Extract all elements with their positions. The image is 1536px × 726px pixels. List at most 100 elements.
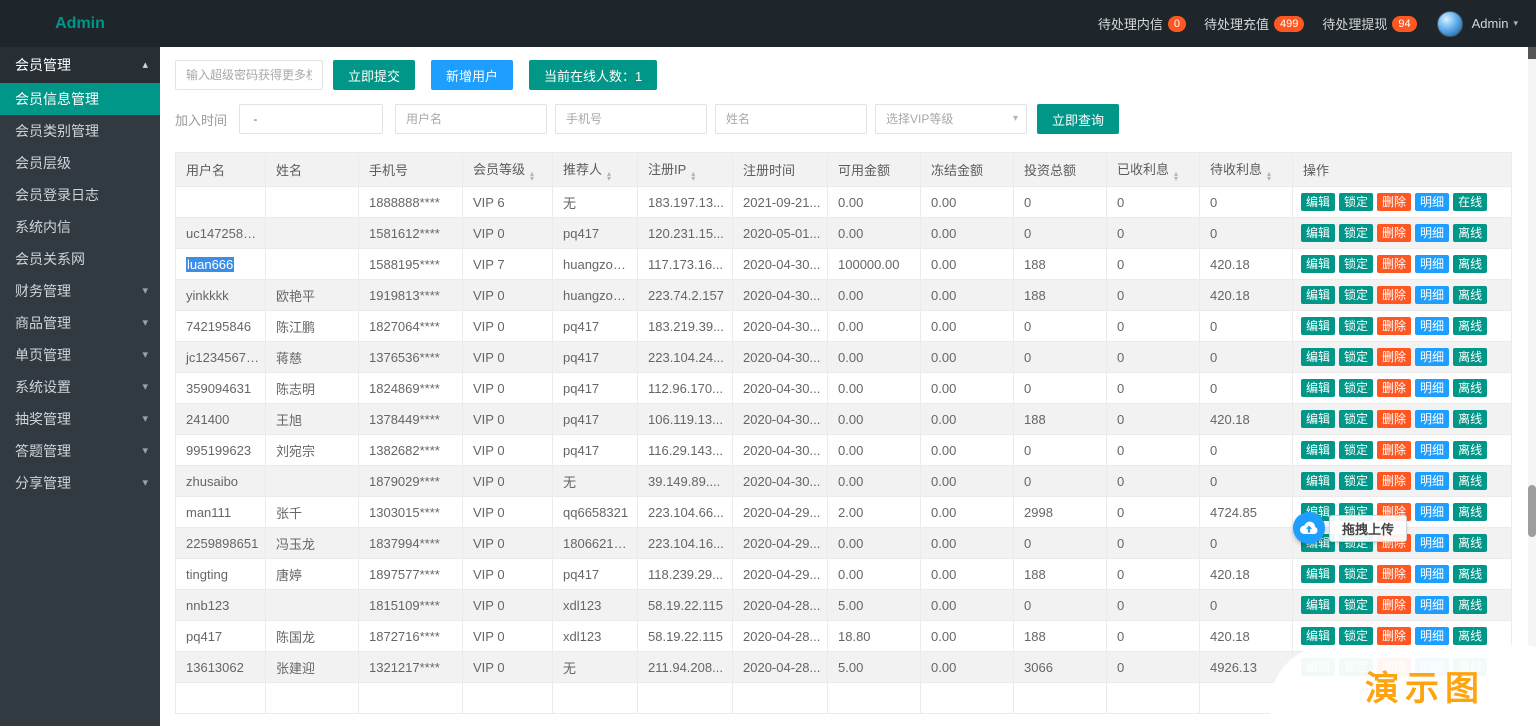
edit-button[interactable]: 编辑 (1301, 627, 1336, 645)
sort-icon[interactable]: ▴ ▾ (1174, 169, 1178, 182)
detail-button[interactable]: 明细 (1415, 317, 1450, 335)
lock-button[interactable]: 锁定 (1339, 441, 1374, 459)
sidebar-item[interactable]: 会员类别管理 (0, 115, 160, 147)
sidebar-item[interactable]: 抽奖管理 ▾ (0, 403, 160, 435)
lock-button[interactable]: 锁定 (1339, 379, 1374, 397)
sort-icon[interactable]: ▴ ▾ (607, 169, 611, 182)
drag-upload-widget[interactable]: 拖拽上传 (1293, 512, 1408, 544)
status-button[interactable]: 离线 (1453, 472, 1488, 490)
lock-button[interactable]: 锁定 (1339, 565, 1374, 583)
detail-button[interactable]: 明细 (1415, 193, 1450, 211)
upload-button[interactable] (1293, 512, 1325, 544)
delete-button[interactable]: 删除 (1377, 565, 1412, 583)
delete-button[interactable]: 删除 (1377, 472, 1412, 490)
detail-button[interactable]: 明细 (1415, 410, 1450, 428)
sort-icon[interactable]: ▴ ▾ (691, 169, 695, 182)
add-user-button[interactable]: 新增用户 (431, 60, 514, 90)
phone-input[interactable] (555, 104, 708, 134)
delete-button[interactable]: 删除 (1377, 286, 1412, 304)
edit-button[interactable]: 编辑 (1301, 348, 1336, 366)
edit-button[interactable]: 编辑 (1301, 286, 1336, 304)
scrollbar-top-arrow[interactable] (1528, 47, 1536, 59)
detail-button[interactable]: 明细 (1415, 379, 1450, 397)
edit-button[interactable]: 编辑 (1301, 193, 1336, 211)
status-button[interactable]: 离线 (1453, 286, 1488, 304)
status-button[interactable]: 离线 (1453, 503, 1488, 521)
super-password-input[interactable] (175, 60, 323, 90)
sort-icon[interactable]: ▴ ▾ (530, 169, 534, 182)
pending-item[interactable]: 待处理提现 94 (1322, 14, 1417, 33)
sidebar-item[interactable]: 商品管理 ▾ (0, 307, 160, 339)
lock-button[interactable]: 锁定 (1339, 193, 1374, 211)
sidebar-item[interactable]: 分享管理 ▾ (0, 467, 160, 499)
status-button[interactable]: 离线 (1453, 410, 1488, 428)
username-input[interactable] (395, 104, 548, 134)
edit-button[interactable]: 编辑 (1301, 379, 1336, 397)
lock-button[interactable]: 锁定 (1339, 410, 1374, 428)
delete-button[interactable]: 删除 (1377, 379, 1412, 397)
delete-button[interactable]: 删除 (1377, 627, 1412, 645)
sidebar-item[interactable]: 会员层级 (0, 147, 160, 179)
delete-button[interactable]: 删除 (1377, 410, 1412, 428)
status-button[interactable]: 在线 (1453, 193, 1488, 211)
sidebar-item[interactable]: 系统设置 ▾ (0, 371, 160, 403)
detail-button[interactable]: 明细 (1415, 286, 1450, 304)
sidebar-item[interactable]: 系统内信 (0, 211, 160, 243)
submit-button[interactable]: 立即提交 (333, 60, 416, 90)
name-input[interactable] (715, 104, 868, 134)
lock-button[interactable]: 锁定 (1339, 596, 1374, 614)
lock-button[interactable]: 锁定 (1339, 286, 1374, 304)
scrollbar[interactable] (1528, 47, 1536, 726)
lock-button[interactable]: 锁定 (1339, 627, 1374, 645)
sidebar-item[interactable]: 单页管理 ▾ (0, 339, 160, 371)
edit-button[interactable]: 编辑 (1301, 410, 1336, 428)
detail-button[interactable]: 明细 (1415, 596, 1450, 614)
sidebar-item[interactable]: 答题管理 ▾ (0, 435, 160, 467)
pending-item[interactable]: 待处理充值 499 (1204, 14, 1305, 33)
user-menu[interactable]: Admin ▾ (1472, 16, 1518, 31)
online-count-button[interactable]: 当前在线人数：1 (529, 60, 658, 90)
status-button[interactable]: 离线 (1453, 441, 1488, 459)
sidebar-item[interactable]: 会员信息管理 (0, 83, 160, 115)
sidebar-item[interactable]: 会员管理 ▴ (0, 47, 160, 83)
lock-button[interactable]: 锁定 (1339, 472, 1374, 490)
status-button[interactable]: 离线 (1453, 534, 1488, 552)
sidebar-item[interactable]: 财务管理 ▾ (0, 275, 160, 307)
vip-level-select[interactable]: 选择VIP等级 ▾ (875, 104, 1028, 134)
lock-button[interactable]: 锁定 (1339, 224, 1374, 242)
lock-button[interactable]: 锁定 (1339, 317, 1374, 335)
lock-button[interactable]: 锁定 (1339, 348, 1374, 366)
detail-button[interactable]: 明细 (1415, 255, 1450, 273)
query-button[interactable]: 立即查询 (1037, 104, 1120, 134)
status-button[interactable]: 离线 (1453, 255, 1488, 273)
edit-button[interactable]: 编辑 (1301, 441, 1336, 459)
edit-button[interactable]: 编辑 (1301, 224, 1336, 242)
detail-button[interactable]: 明细 (1415, 503, 1450, 521)
sidebar-item[interactable]: 会员登录日志 (0, 179, 160, 211)
delete-button[interactable]: 删除 (1377, 596, 1412, 614)
edit-button[interactable]: 编辑 (1301, 565, 1336, 583)
delete-button[interactable]: 删除 (1377, 317, 1412, 335)
detail-button[interactable]: 明细 (1415, 224, 1450, 242)
sidebar-item[interactable]: 会员关系网 (0, 243, 160, 275)
pending-item[interactable]: 待处理内信 0 (1098, 14, 1186, 33)
delete-button[interactable]: 删除 (1377, 348, 1412, 366)
detail-button[interactable]: 明细 (1415, 534, 1450, 552)
detail-button[interactable]: 明细 (1415, 565, 1450, 583)
status-button[interactable]: 离线 (1453, 596, 1488, 614)
delete-button[interactable]: 删除 (1377, 224, 1412, 242)
scrollbar-thumb[interactable] (1528, 485, 1536, 537)
delete-button[interactable]: 删除 (1377, 441, 1412, 459)
status-button[interactable]: 离线 (1453, 224, 1488, 242)
avatar[interactable] (1436, 10, 1463, 37)
detail-button[interactable]: 明细 (1415, 348, 1450, 366)
status-button[interactable]: 离线 (1453, 317, 1488, 335)
edit-button[interactable]: 编辑 (1301, 596, 1336, 614)
status-button[interactable]: 离线 (1453, 348, 1488, 366)
detail-button[interactable]: 明细 (1415, 627, 1450, 645)
status-button[interactable]: 离线 (1453, 565, 1488, 583)
status-button[interactable]: 离线 (1453, 379, 1488, 397)
edit-button[interactable]: 编辑 (1301, 255, 1336, 273)
sort-icon[interactable]: ▴ ▾ (1267, 169, 1271, 182)
delete-button[interactable]: 删除 (1377, 193, 1412, 211)
